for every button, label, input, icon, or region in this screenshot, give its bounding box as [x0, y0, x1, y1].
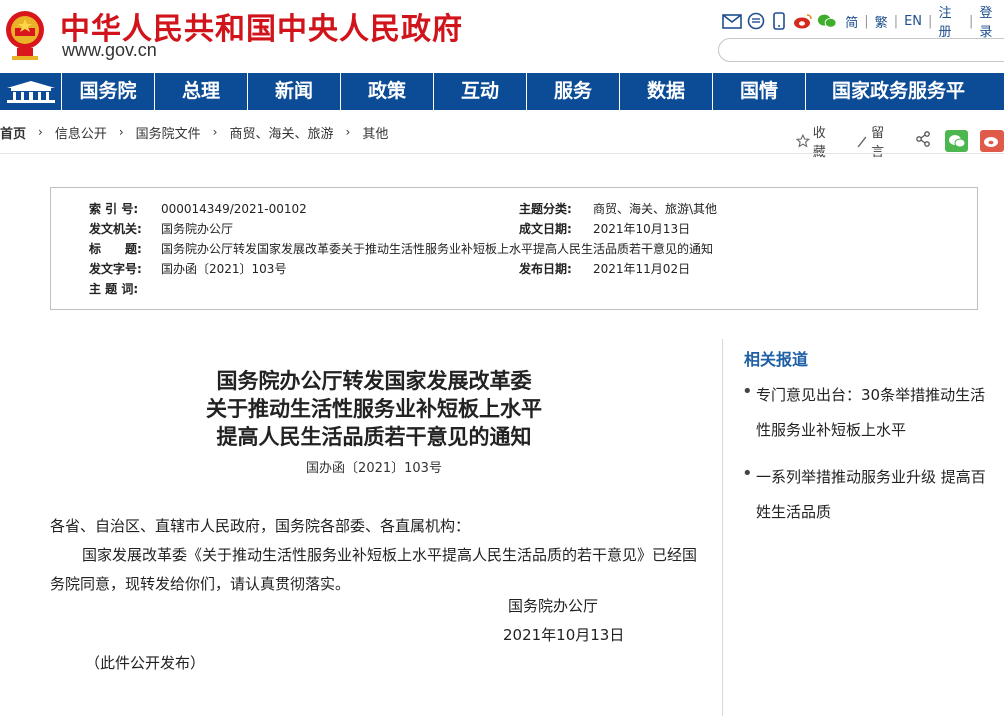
related-report-text: 专门意见出台：30条举措推动生活性服务业补短板上水平 [756, 386, 986, 439]
related-reports-title: 相关报道 [744, 350, 809, 369]
separator: | [893, 13, 899, 29]
keywords-label: 主 题 词: [89, 282, 139, 296]
article-signer: 国务院办公厅 [508, 597, 599, 615]
sidebar-divider [722, 339, 723, 716]
info-row-keywords: 主 题 词: [89, 280, 161, 298]
info-row-title: 标 题: 国务院办公厅转发国家发展改革委关于推动生活性服务业补短板上水平提高人民生… [89, 240, 713, 258]
favorite-label: 收藏 [812, 126, 826, 160]
written-date-value: 2021年10月13日 [593, 222, 691, 236]
article-paragraph: 国家发展改革委《关于推动生活性服务业补短板上水平提高人民生活品质的若干意见》已经… [50, 546, 698, 593]
wechat-icon[interactable] [817, 12, 837, 30]
divider [0, 153, 1004, 154]
nav-item-services[interactable]: 服务 [527, 73, 620, 110]
article-salutation: 各省、自治区、直辖市人民政府，国务院各部委、各直属机构： [50, 517, 471, 535]
nav-item-premier[interactable]: 总理 [155, 73, 248, 110]
bullet-icon: • [742, 463, 753, 484]
info-row-published-date: 发布日期: 2021年11月02日 [519, 260, 690, 278]
mail-icon[interactable] [722, 12, 742, 30]
nav-item-service-platform[interactable]: 国家政务服务平 [806, 73, 976, 110]
star-icon [796, 134, 810, 148]
share-weibo-button[interactable] [980, 130, 1004, 152]
link-login[interactable]: 登录 [979, 2, 1004, 40]
issuer-label: 发文机关: [89, 222, 142, 236]
related-report-link[interactable]: • 专门意见出台：30条举措推动生活性服务业补短板上水平 [742, 378, 992, 448]
main-nav: 国务院 总理 新闻 政策 互动 服务 数据 国情 国家政务服务平 [0, 73, 1004, 110]
share-icon[interactable] [915, 131, 931, 151]
nav-home-icon[interactable] [0, 73, 62, 110]
article-body: 各省、自治区、直辖市人民政府，国务院各部委、各直属机构： 国家发展改革委《关于推… [50, 512, 710, 599]
national-emblem-icon[interactable] [4, 6, 46, 62]
bullet-icon: • [742, 381, 753, 402]
article-title-line: 国务院办公厅转发国家发展改革委 [216, 368, 532, 393]
separator: | [969, 13, 974, 29]
favorite-button[interactable]: 收藏 [796, 122, 838, 160]
link-traditional[interactable]: 繁 [875, 12, 888, 31]
nav-item-policy[interactable]: 政策 [341, 73, 434, 110]
link-simplified[interactable]: 简 [845, 12, 858, 31]
index-value: 000014349/2021-00102 [161, 202, 307, 216]
wechat-icon [948, 135, 966, 148]
published-date-value: 2021年11月02日 [593, 262, 691, 276]
document-number: 国办函〔2021〕103号 [306, 461, 442, 476]
info-row-issuer: 发文机关: 国务院办公厅 [89, 220, 233, 238]
link-english[interactable]: EN [904, 14, 922, 29]
category-value: 商贸、海关、旅游\其他 [593, 202, 718, 216]
pencil-icon [857, 136, 867, 147]
title-label: 标 题: [89, 242, 142, 256]
message-icon[interactable] [746, 12, 766, 30]
category-label: 主题分类: [519, 202, 572, 216]
info-row-docno: 发文字号: 国办函〔2021〕103号 [89, 260, 286, 278]
chevron-right-icon: › [345, 125, 351, 139]
mobile-icon[interactable] [770, 12, 790, 30]
chevron-right-icon: › [212, 125, 218, 139]
search-input[interactable] [718, 38, 1004, 62]
nav-item-data[interactable]: 数据 [620, 73, 713, 110]
issuer-value: 国务院办公厅 [161, 222, 234, 236]
site-header: 中华人民共和国中央人民政府 www.gov.cn 简 | 繁 | EN | 注册… [0, 0, 1004, 72]
article-title: 国务院办公厅转发国家发展改革委 关于推动生活性服务业补短板上水平 提高人民生活品… [150, 367, 598, 451]
breadcrumb-trade-customs-tourism[interactable]: 商贸、海关、旅游 [229, 123, 333, 142]
top-links: 简 | 繁 | EN | 注册 | 登录 [845, 2, 1004, 40]
related-report-link[interactable]: • 一系列举措推动服务业升级 提高百姓生活品质 [742, 460, 992, 530]
article-title-line: 提高人民生活品质若干意见的通知 [216, 424, 532, 449]
breadcrumb-info-disclosure[interactable]: 信息公开 [55, 123, 107, 142]
info-row-category: 主题分类: 商贸、海关、旅游\其他 [519, 200, 717, 218]
written-date-label: 成文日期: [519, 222, 572, 236]
index-label: 索 引 号: [89, 202, 139, 216]
comment-label: 留言 [871, 126, 885, 160]
comment-button[interactable]: 留言 [856, 122, 896, 160]
page-actions: 收藏 留言 [796, 122, 1004, 160]
breadcrumb: 首页 › 信息公开 › 国务院文件 › 商贸、海关、旅游 › 其他 [0, 122, 388, 142]
related-report-text: 一系列举措推动服务业升级 提高百姓生活品质 [756, 468, 986, 521]
published-date-label: 发布日期: [519, 262, 572, 276]
publication-note: （此件公开发布） [85, 654, 206, 672]
nav-item-state-council[interactable]: 国务院 [62, 73, 155, 110]
weibo-icon[interactable] [793, 12, 813, 30]
site-url[interactable]: www.gov.cn [62, 40, 157, 61]
title-value: 国务院办公厅转发国家发展改革委关于推动生活性服务业补短板上水平提高人民生活品质若… [161, 242, 714, 256]
separator: | [928, 13, 933, 29]
breadcrumb-home[interactable]: 首页 [0, 123, 26, 142]
nav-item-news[interactable]: 新闻 [248, 73, 341, 110]
share-wechat-button[interactable] [944, 130, 969, 152]
info-row-written-date: 成文日期: 2021年10月13日 [519, 220, 690, 238]
docno-value: 国办函〔2021〕103号 [161, 262, 287, 276]
document-info-box: 索 引 号: 000014349/2021-00102 发文机关: 国务院办公厅 标… [50, 187, 978, 310]
related-reports-list: • 专门意见出台：30条举措推动生活性服务业补短板上水平 • 一系列举措推动服务… [742, 378, 992, 542]
chevron-right-icon: › [118, 125, 124, 139]
link-register[interactable]: 注册 [938, 2, 963, 40]
docno-label: 发文字号: [89, 262, 142, 276]
article-date: 2021年10月13日 [503, 626, 625, 644]
chevron-right-icon: › [38, 125, 43, 139]
breadcrumb-council-documents[interactable]: 国务院文件 [136, 123, 201, 142]
nav-item-national-info[interactable]: 国情 [713, 73, 806, 110]
weibo-icon [984, 137, 999, 147]
top-toolbar: 简 | 繁 | EN | 注册 | 登录 [722, 6, 1004, 40]
separator: | [864, 13, 869, 29]
info-row-index: 索 引 号: 000014349/2021-00102 [89, 200, 307, 218]
nav-item-interaction[interactable]: 互动 [434, 73, 527, 110]
article-title-line: 关于推动生活性服务业补短板上水平 [206, 396, 542, 421]
breadcrumb-other[interactable]: 其他 [362, 123, 388, 142]
